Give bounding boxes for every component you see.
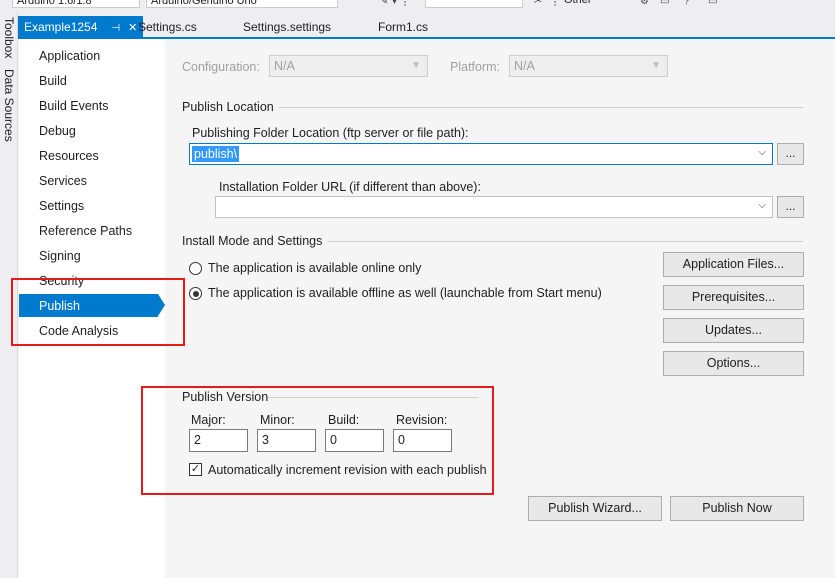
- grip-icon: ┊: [552, 0, 559, 7]
- application-files-button[interactable]: Application Files...: [663, 252, 804, 277]
- chevron-down-icon[interactable]: ⌵: [758, 200, 766, 211]
- highlight-box-version: [141, 386, 494, 495]
- platform-combo: N/A ▼: [509, 55, 668, 77]
- installation-folder-label: Installation Folder URL (if different th…: [219, 180, 481, 194]
- browse-folder-button[interactable]: ...: [777, 143, 804, 165]
- chevron-down-icon[interactable]: ▾: [392, 0, 397, 8]
- offline-radio[interactable]: [189, 287, 202, 300]
- platform-value: N/A: [514, 59, 535, 73]
- platform-label: Platform:: [450, 60, 501, 74]
- publish-now-button[interactable]: Publish Now: [670, 496, 804, 521]
- window-icon[interactable]: ▭: [708, 0, 717, 8]
- section-divider: [279, 107, 803, 108]
- configuration-value: N/A: [274, 59, 295, 73]
- close-icon[interactable]: ✕: [128, 22, 137, 34]
- updates-button[interactable]: Updates...: [663, 318, 804, 343]
- section-divider: [327, 241, 803, 242]
- options-button[interactable]: Options...: [663, 351, 804, 376]
- nav-item-resources[interactable]: Resources: [39, 145, 99, 167]
- online-only-radio[interactable]: [189, 262, 202, 275]
- installation-folder-combo[interactable]: ⌵: [215, 196, 773, 218]
- other-combo[interactable]: Other: [560, 0, 638, 8]
- offline-label[interactable]: The application is available offline as …: [208, 286, 602, 300]
- port-combo[interactable]: Arduino/Genuino Uno: [146, 0, 338, 8]
- install-mode-title: Install Mode and Settings: [182, 234, 323, 248]
- highlight-box-publish: [11, 278, 185, 346]
- data-sources-tab[interactable]: Data Sources: [2, 69, 16, 142]
- nav-item-debug[interactable]: Debug: [39, 120, 76, 142]
- tab-settings-cs[interactable]: Settings.cs: [138, 17, 197, 38]
- nav-item-settings[interactable]: Settings: [39, 195, 84, 217]
- top-toolbar: Arduino 1.6/1.8 Arduino/Genuino Uno ✎ ▾ …: [0, 0, 835, 11]
- configuration-combo: N/A ▼: [269, 55, 428, 77]
- help-icon[interactable]: ?: [684, 0, 690, 8]
- publish-location-title: Publish Location: [182, 100, 274, 114]
- nav-item-application[interactable]: Application: [39, 45, 100, 67]
- nav-item-build-events[interactable]: Build Events: [39, 95, 108, 117]
- online-only-label[interactable]: The application is available online only: [208, 261, 421, 275]
- search-combo[interactable]: [425, 0, 523, 8]
- nav-item-signing[interactable]: Signing: [39, 245, 81, 267]
- board-combo[interactable]: Arduino 1.6/1.8: [12, 0, 140, 8]
- tab-settings-settings[interactable]: Settings.settings: [243, 17, 331, 38]
- tab-example1254[interactable]: Example1254 ⊣ ✕: [18, 16, 144, 38]
- document-icon[interactable]: ▭: [660, 0, 669, 8]
- nav-item-build[interactable]: Build: [39, 70, 67, 92]
- publish-wizard-button[interactable]: Publish Wizard...: [528, 496, 662, 521]
- tab-label: Example1254: [24, 20, 98, 34]
- gear-icon[interactable]: ⚙: [640, 0, 649, 8]
- chevron-down-icon: ▼: [651, 60, 661, 71]
- pin-icon[interactable]: ⊣: [111, 23, 120, 34]
- chevron-down-icon[interactable]: ⌵: [758, 147, 766, 158]
- prerequisites-button[interactable]: Prerequisites...: [663, 285, 804, 310]
- nav-item-reference-paths[interactable]: Reference Paths: [39, 220, 132, 242]
- tab-form1-cs[interactable]: Form1.cs: [378, 17, 428, 38]
- pencil-icon[interactable]: ✎: [380, 0, 388, 8]
- chevron-down-icon: ▼: [411, 60, 421, 71]
- publishing-folder-value[interactable]: publish\: [192, 146, 240, 162]
- configuration-label: Configuration:: [182, 60, 260, 74]
- toolbox-tab[interactable]: Toolbox: [2, 17, 16, 58]
- publishing-folder-label: Publishing Folder Location (ftp server o…: [192, 126, 469, 140]
- grip-icon: ┊: [402, 0, 409, 7]
- publishing-folder-combo[interactable]: publish\ ⌵: [189, 143, 773, 165]
- nav-item-services[interactable]: Services: [39, 170, 87, 192]
- browse-install-url-button[interactable]: ...: [777, 196, 804, 218]
- tools-icon[interactable]: ✂: [534, 0, 542, 8]
